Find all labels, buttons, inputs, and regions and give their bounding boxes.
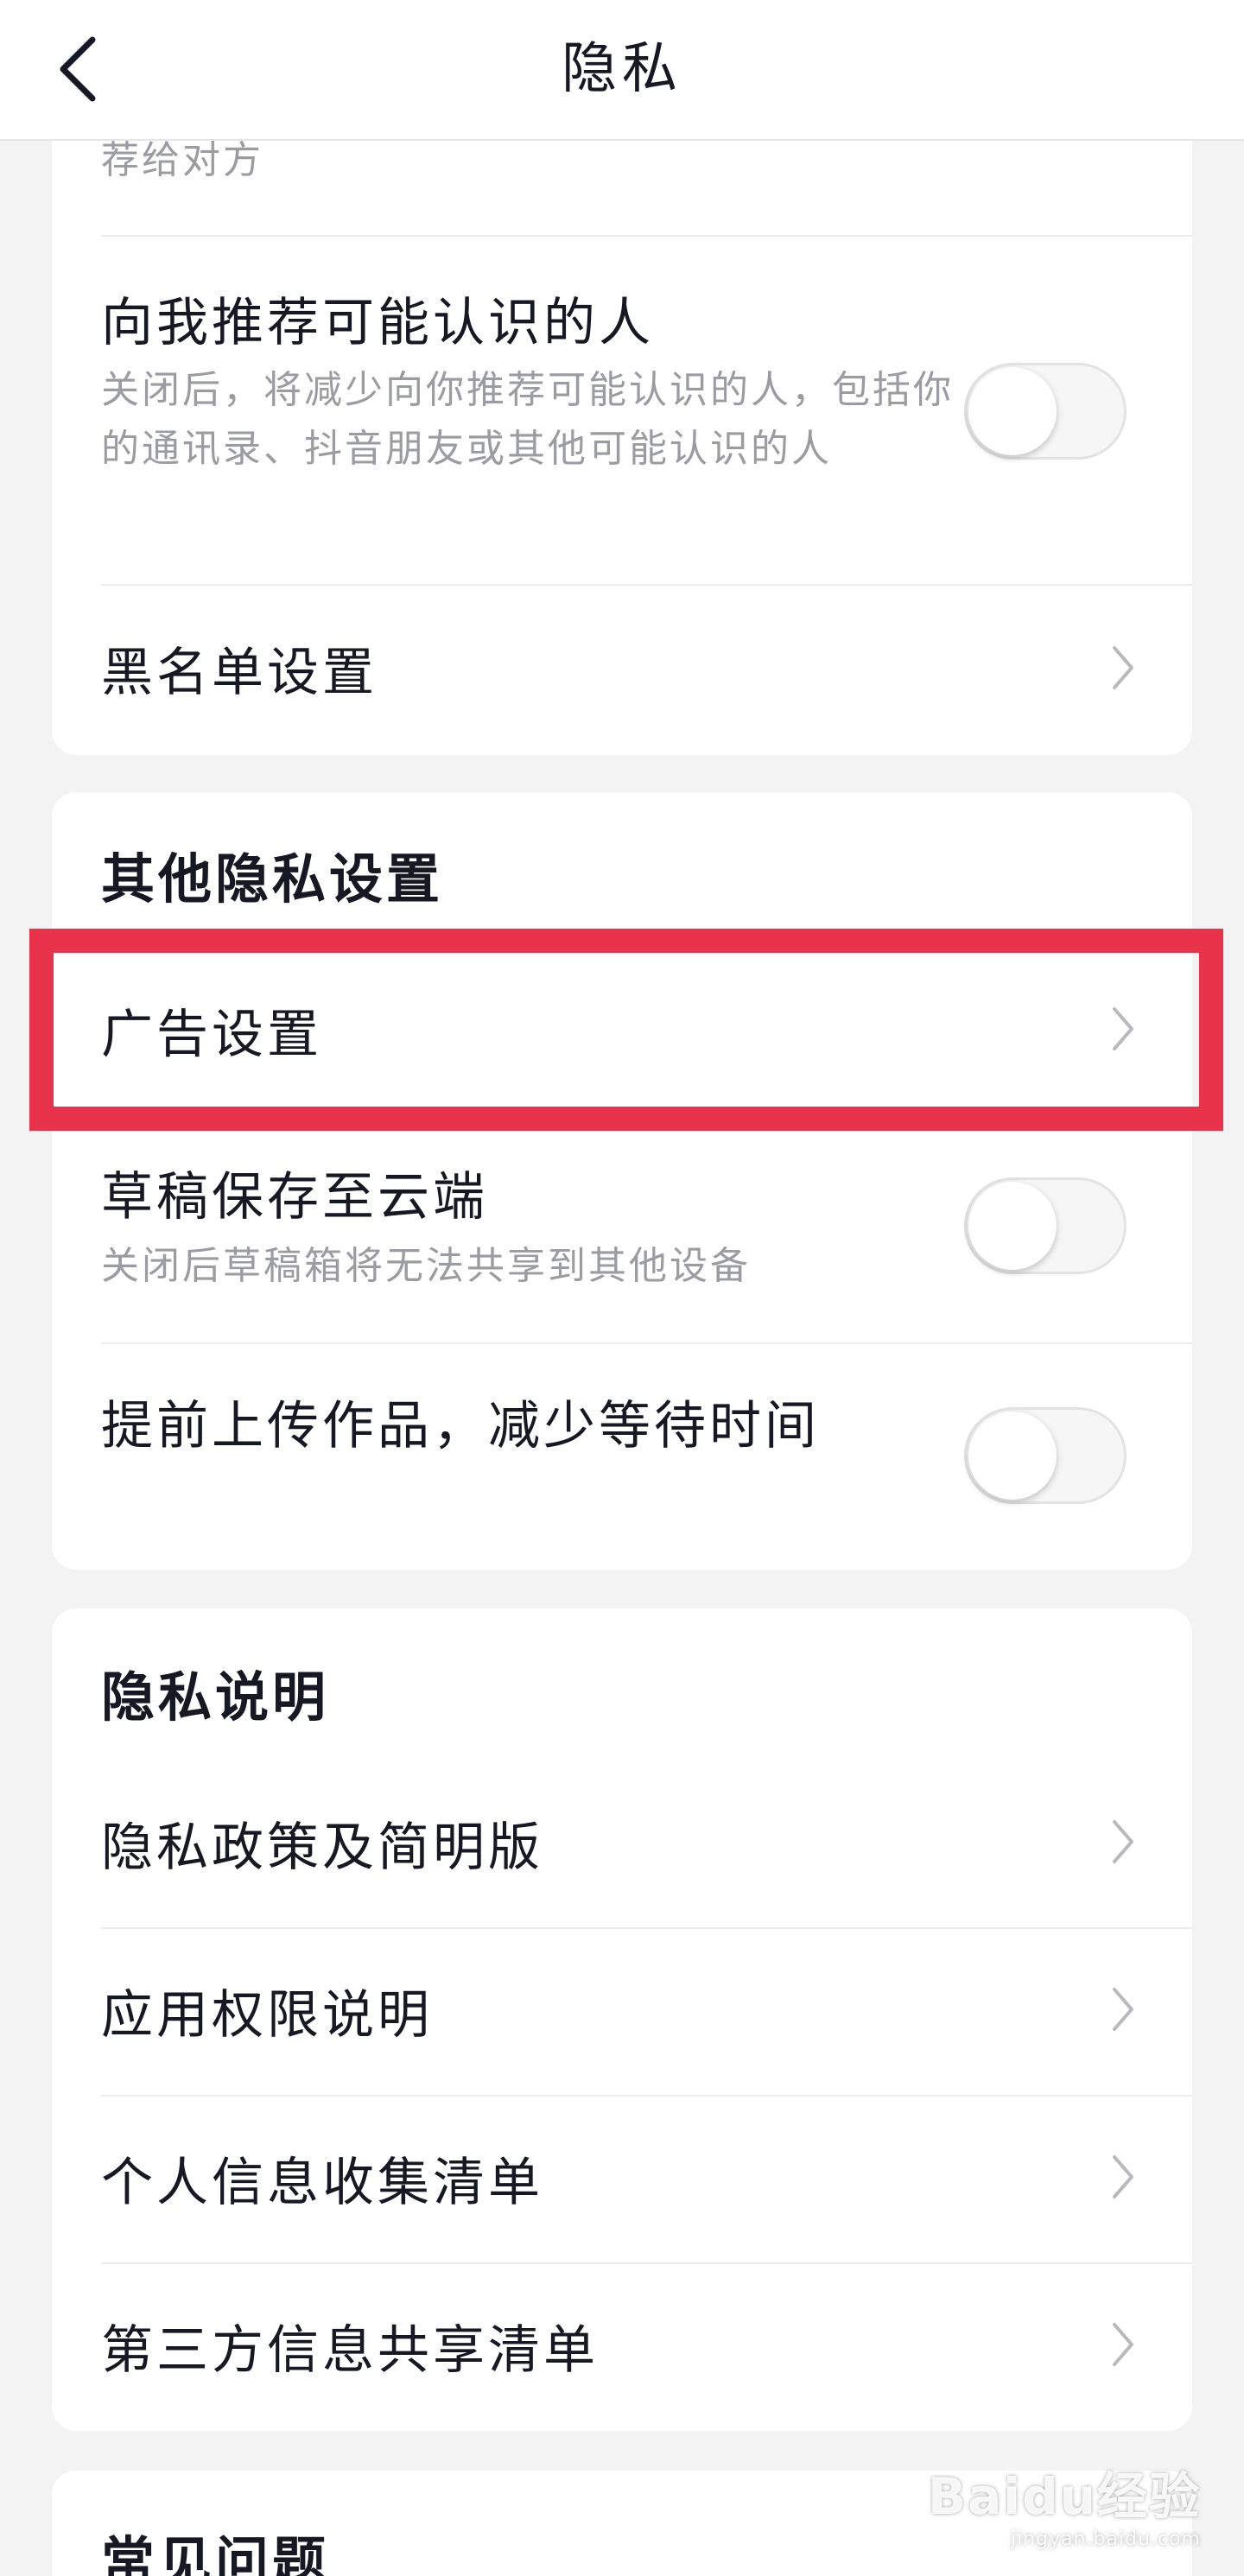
divider: [101, 2095, 1192, 2097]
app-permissions-title: 应用权限说明: [101, 1985, 433, 2046]
other-privacy-card: 其他隐私设置 广告设置 草稿保存至云端 关闭后草稿箱将无法共享到其他设备 提前上…: [52, 792, 1192, 1570]
privacy-notes-card: 隐私说明 隐私政策及简明版 应用权限说明 个人信息收集清单 第三方信息共享清单: [52, 1608, 1192, 2431]
third-party-sharing-title: 第三方信息共享清单: [101, 2320, 599, 2381]
chevron-right-icon: [1106, 2151, 1140, 2203]
baidu-watermark: Baidu经验 jingyan.baidu.com: [928, 2456, 1201, 2550]
chevron-right-icon: [1106, 642, 1140, 694]
toggle-knob: [968, 367, 1057, 455]
page-title: 隐私: [562, 37, 682, 101]
draft-cloud-toggle[interactable]: [964, 1177, 1127, 1274]
divider: [101, 1927, 1192, 1929]
section-title: 隐私说明: [101, 1666, 330, 1729]
social-privacy-card: 荐给对方 向我推荐可能认识的人 关闭后，将减少向你推荐可能认识的人，包括你的通讯…: [52, 35, 1192, 755]
watermark-sub: jingyan.baidu.com: [1010, 2528, 1201, 2550]
chevron-right-icon: [1106, 1816, 1140, 1868]
blacklist-title: 黑名单设置: [101, 643, 378, 703]
divider: [101, 584, 1192, 586]
recommend-people-description: 关闭后，将减少向你推荐可能认识的人，包括你的通讯录、抖音朋友或其他可能认识的人: [101, 368, 954, 471]
divider: [101, 2262, 1192, 2264]
recommend-people-title: 向我推荐可能认识的人: [101, 293, 654, 353]
toggle-knob: [968, 1412, 1057, 1500]
recommend-people-toggle[interactable]: [964, 363, 1127, 460]
top-nav-bar: 隐私: [0, 0, 1244, 141]
chevron-right-icon: [1106, 1983, 1140, 2035]
section-title: 其他隐私设置: [101, 847, 444, 910]
privacy-policy-title: 隐私政策及简明版: [101, 1818, 543, 1878]
section-title: 常见问题: [101, 2530, 330, 2576]
divider: [101, 235, 1192, 237]
chevron-right-icon: [1106, 1003, 1140, 1055]
privacy-settings-page: 隐私 荐给对方 向我推荐可能认识的人 关闭后，将减少向你推荐可能认识的人，包括你…: [0, 0, 1244, 2576]
back-button[interactable]: [35, 26, 121, 112]
ad-settings-title: 广告设置: [101, 1005, 322, 1065]
back-arrow-icon: [60, 36, 96, 102]
personal-info-title: 个人信息收集清单: [101, 2153, 543, 2213]
toggle-knob: [968, 1182, 1057, 1270]
pre-upload-toggle[interactable]: [964, 1407, 1127, 1504]
divider: [101, 1342, 1192, 1344]
watermark-main: Baidu经验: [927, 2467, 1201, 2526]
chevron-right-icon: [1106, 2319, 1140, 2370]
